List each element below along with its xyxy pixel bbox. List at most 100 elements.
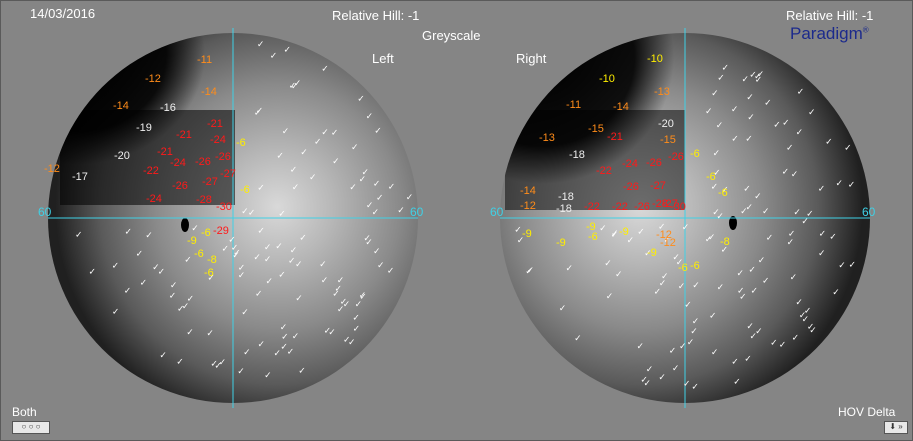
right-deviation-value: -6 (690, 148, 700, 160)
left-normal-point-mark: ✓ (351, 143, 359, 153)
left-axis-label-right: 60 (410, 205, 424, 219)
right-deviation-value: -12 (660, 237, 676, 249)
test-date: 14/03/2016 (30, 6, 96, 21)
left-normal-point-mark: ✓ (288, 257, 296, 267)
left-normal-point-mark: ✓ (328, 328, 336, 338)
left-normal-point-mark: ✓ (258, 340, 266, 350)
left-deviation-value: -12 (44, 163, 60, 175)
left-normal-point-mark: ✓ (406, 193, 414, 203)
left-normal-point-mark: ✓ (332, 157, 340, 167)
left-normal-point-mark: ✓ (377, 261, 385, 271)
right-deviation-value: -22 (596, 165, 612, 177)
right-deviation-value: -12 (520, 200, 536, 212)
left-normal-point-mark: ✓ (169, 292, 177, 302)
right-eye-title: Right (516, 51, 547, 66)
left-normal-point-mark: ✓ (387, 266, 395, 276)
right-normal-point-mark: ✓ (788, 230, 796, 240)
right-normal-point-mark: ✓ (742, 75, 750, 85)
left-normal-point-mark: ✓ (241, 308, 249, 318)
left-normal-point-mark: ✓ (278, 209, 286, 219)
left-deviation-value: -6 (240, 184, 250, 196)
left-normal-point-mark: ✓ (238, 271, 246, 281)
right-deviation-value: -18 (569, 149, 585, 161)
right-normal-point-mark: ✓ (806, 209, 814, 219)
left-normal-point-mark: ✓ (159, 351, 167, 361)
right-normal-point-mark: ✓ (646, 365, 654, 375)
right-normal-point-mark: ✓ (708, 233, 716, 243)
right-normal-point-mark: ✓ (683, 379, 691, 389)
left-normal-point-mark: ✓ (255, 290, 263, 300)
right-normal-point-mark: ✓ (717, 74, 725, 84)
left-normal-point-mark: ✓ (292, 183, 300, 193)
right-normal-point-mark: ✓ (713, 149, 721, 159)
right-deviation-value: -9 (556, 237, 566, 249)
right-normal-point-mark: ✓ (731, 135, 739, 145)
right-deviation-value: -26 (623, 181, 639, 193)
right-normal-point-mark: ✓ (793, 208, 801, 218)
left-normal-point-mark: ✓ (299, 234, 307, 244)
left-normal-point-mark: ✓ (75, 231, 83, 241)
right-normal-point-mark: ✓ (764, 99, 772, 109)
left-normal-point-mark: ✓ (397, 206, 405, 216)
right-normal-point-mark: ✓ (746, 203, 754, 213)
left-normal-point-mark: ✓ (359, 292, 367, 302)
left-normal-point-mark: ✓ (321, 276, 329, 286)
right-normal-point-mark: ✓ (750, 332, 758, 342)
right-normal-point-mark: ✓ (825, 137, 833, 147)
left-normal-point-mark: ✓ (89, 268, 97, 278)
right-deviation-value: -6 (678, 262, 688, 274)
brand-name: Paradigm (790, 24, 863, 43)
left-normal-point-mark: ✓ (291, 82, 299, 92)
right-deviation-value: -11 (566, 99, 581, 111)
left-normal-point-mark: ✓ (295, 294, 303, 304)
left-deviation-value: -16 (160, 102, 176, 114)
left-deviation-value: -11 (197, 54, 212, 66)
right-normal-point-mark: ✓ (615, 270, 623, 280)
right-normal-point-mark: ✓ (737, 287, 745, 297)
right-normal-point-mark: ✓ (691, 383, 699, 393)
right-normal-point-mark: ✓ (692, 281, 700, 291)
right-normal-point-mark: ✓ (836, 179, 844, 189)
right-normal-point-mark: ✓ (755, 76, 763, 86)
left-normal-point-mark: ✓ (257, 184, 265, 194)
left-normal-point-mark: ✓ (349, 183, 357, 193)
left-deviation-value: -30 (216, 201, 232, 213)
right-normal-point-mark: ✓ (711, 348, 719, 358)
left-normal-point-mark: ✓ (319, 260, 327, 270)
right-normal-point-mark: ✓ (844, 144, 852, 154)
right-normal-point-mark: ✓ (818, 185, 826, 195)
left-deviation-value: -19 (136, 122, 152, 134)
right-deviation-value: -24 (622, 158, 638, 170)
left-deviation-value: -14 (201, 86, 217, 98)
left-normal-point-mark: ✓ (348, 338, 356, 348)
right-deviation-value: -9 (619, 226, 629, 238)
left-deviation-value: -27 (202, 176, 218, 188)
left-deviation-value: -6 (204, 267, 214, 279)
left-normal-point-mark: ✓ (335, 285, 343, 295)
right-normal-point-mark: ✓ (599, 224, 607, 234)
right-normal-point-mark: ✓ (796, 128, 804, 138)
right-normal-point-mark: ✓ (797, 88, 805, 98)
right-normal-point-mark: ✓ (606, 292, 614, 302)
right-deviation-value: -14 (520, 185, 536, 197)
lens-toggle-controls[interactable]: ○ ○ ○ (12, 421, 50, 434)
right-normal-point-mark: ✓ (731, 105, 739, 115)
right-normal-point-mark: ✓ (687, 338, 695, 348)
left-normal-point-mark: ✓ (276, 151, 284, 161)
left-normal-point-mark: ✓ (254, 108, 262, 118)
left-normal-point-mark: ✓ (112, 262, 120, 272)
step-controls[interactable]: ⬇ » (884, 421, 908, 434)
left-normal-point-mark: ✓ (170, 281, 178, 291)
left-eye-title: Left (372, 51, 394, 66)
right-normal-point-mark: ✓ (514, 226, 522, 236)
left-normal-point-mark: ✓ (241, 207, 249, 217)
left-deviation-value: -26 (172, 180, 188, 192)
right-normal-point-mark: ✓ (731, 358, 739, 368)
right-normal-point-mark: ✓ (709, 312, 717, 322)
right-normal-point-mark: ✓ (678, 282, 686, 292)
right-normal-point-mark: ✓ (604, 259, 612, 269)
left-eye-field (48, 28, 418, 408)
right-deviation-value: -18 (556, 203, 572, 215)
visual-field-plots: ✓✓✓✓✓✓✓✓✓✓✓✓✓✓✓✓✓✓✓✓✓✓✓✓✓✓✓ ✓✓✓✓✓✓✓✓✓✓✓✓✓… (38, 28, 876, 408)
left-normal-point-mark: ✓ (125, 227, 133, 237)
